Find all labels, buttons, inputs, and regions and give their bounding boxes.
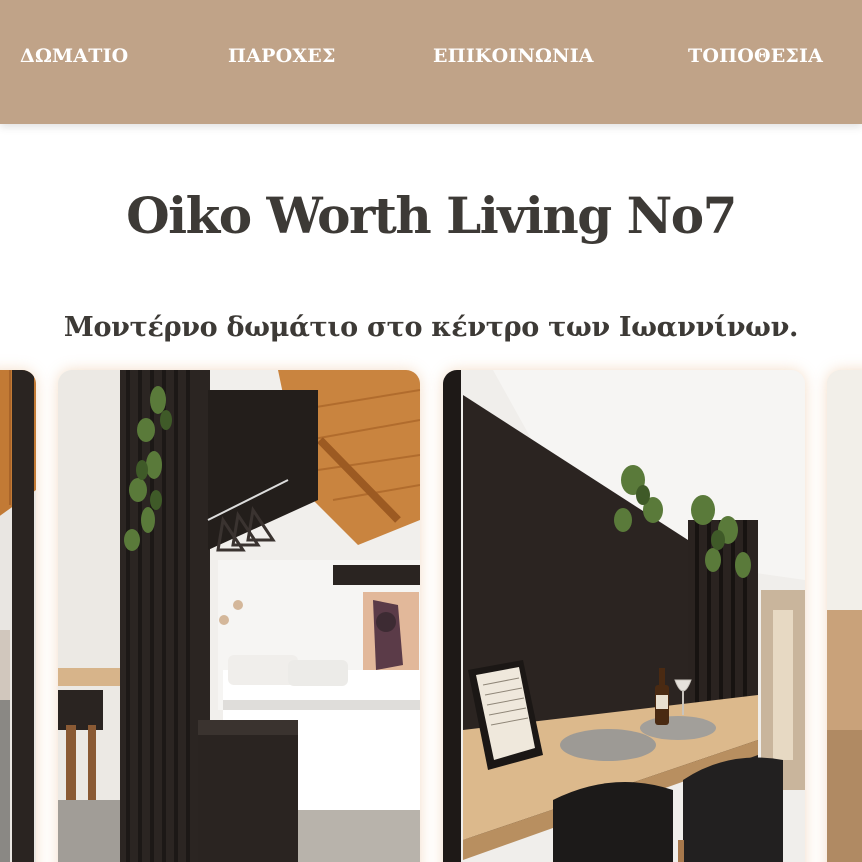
gallery-image-bedroom[interactable] — [58, 370, 420, 862]
page-title: Oiko Worth Living No7 — [126, 186, 737, 245]
nav-link-room[interactable]: ΔΩΜΑΤΙΟ — [20, 45, 128, 67]
gallery-image-desk[interactable] — [443, 370, 805, 862]
nav-link-contact[interactable]: ΕΠΙΚΟΙΝΩΝΙΑ — [433, 45, 594, 67]
gallery-image-left-partial[interactable] — [0, 370, 36, 862]
top-navbar: ΔΩΜΑΤΙΟ ΠΑΡΟΧΕΣ ΕΠΙΚΟΙΝΩΝΙΑ ΤΟΠΟΘΕΣΙΑ — [0, 0, 862, 124]
nav-link-amenities[interactable]: ΠΑΡΟΧΕΣ — [228, 45, 336, 67]
gallery-image-right-partial[interactable] — [827, 370, 862, 862]
page-subtitle: Μοντέρνο δωμάτιο στο κέντρο των Ιωαννίνω… — [63, 312, 799, 343]
nav-link-location[interactable]: ΤΟΠΟΘΕΣΙΑ — [688, 45, 823, 67]
